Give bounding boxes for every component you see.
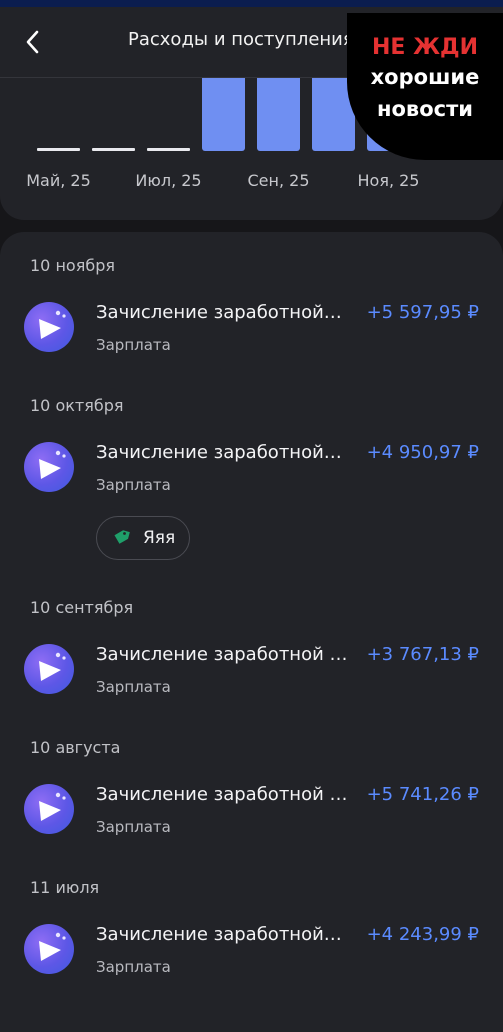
date-heading: 11 июля — [30, 878, 100, 897]
watermark-line-1: НЕ ЖДИ — [371, 35, 479, 60]
watermark-badge: НЕ ЖДИ хорошие новости — [347, 13, 503, 160]
transaction-row[interactable]: Зачисление заработной… Зарплата +4 243,9… — [0, 920, 503, 990]
date-heading: 10 октября — [30, 396, 124, 415]
salary-icon — [24, 924, 74, 974]
salary-icon — [24, 442, 74, 492]
tag-chip[interactable]: Яяя — [96, 516, 190, 560]
salary-icon — [24, 302, 74, 352]
salary-icon — [24, 644, 74, 694]
page-title: Расходы и поступления — [128, 29, 354, 50]
tag-label: Яяя — [143, 528, 176, 548]
chart-bar-Июн, 25[interactable] — [92, 148, 135, 151]
transaction-amount: +4 950,97 ₽ — [366, 442, 479, 463]
transaction-amount: +5 597,95 ₽ — [366, 302, 479, 323]
transaction-category: Зарплата — [96, 958, 171, 976]
watermark-line-2: хорошие — [370, 65, 480, 89]
chevron-left-icon — [26, 30, 39, 54]
tag-icon — [114, 530, 130, 544]
chart-bar-Июл, 25[interactable] — [147, 148, 190, 151]
status-strip — [0, 0, 503, 7]
transaction-category: Зарплата — [96, 818, 171, 836]
transaction-row[interactable]: Зачисление заработной … Зарплата +3 767,… — [0, 640, 503, 710]
transaction-category: Зарплата — [96, 336, 171, 354]
date-heading: 10 сентября — [30, 598, 134, 617]
date-heading: 10 ноября — [30, 256, 115, 275]
transactions-list: 10 ноября Зачисление заработной… Зарплат… — [0, 232, 503, 1032]
transaction-amount: +5 741,26 ₽ — [366, 784, 479, 805]
back-button[interactable] — [16, 25, 50, 59]
transaction-title: Зачисление заработной… — [96, 442, 342, 463]
transaction-title: Зачисление заработной… — [96, 302, 342, 323]
transaction-row[interactable]: Зачисление заработной … Зарплата +5 741,… — [0, 780, 503, 850]
transaction-row[interactable]: Зачисление заработной… Зарплата +4 950,9… — [0, 438, 503, 508]
transaction-row[interactable]: Зачисление заработной… Зарплата +5 597,9… — [0, 298, 503, 368]
transaction-category: Зарплата — [96, 678, 171, 696]
transaction-amount: +3 767,13 ₽ — [366, 644, 479, 665]
month-tick-label: Июл, 25 — [135, 171, 202, 190]
month-tick-label: Май, 25 — [26, 171, 91, 190]
date-heading: 10 августа — [30, 738, 121, 757]
transaction-category: Зарплата — [96, 476, 171, 494]
transaction-amount: +4 243,99 ₽ — [366, 924, 479, 945]
month-tick-label: Сен, 25 — [247, 171, 310, 190]
transaction-title: Зачисление заработной … — [96, 784, 348, 805]
salary-icon — [24, 784, 74, 834]
transaction-title: Зачисление заработной… — [96, 924, 342, 945]
watermark-line-3: новости — [377, 97, 473, 121]
month-tick-label: Ноя, 25 — [357, 171, 420, 190]
chart-bar-Май, 25[interactable] — [37, 148, 80, 151]
transaction-title: Зачисление заработной … — [96, 644, 348, 665]
